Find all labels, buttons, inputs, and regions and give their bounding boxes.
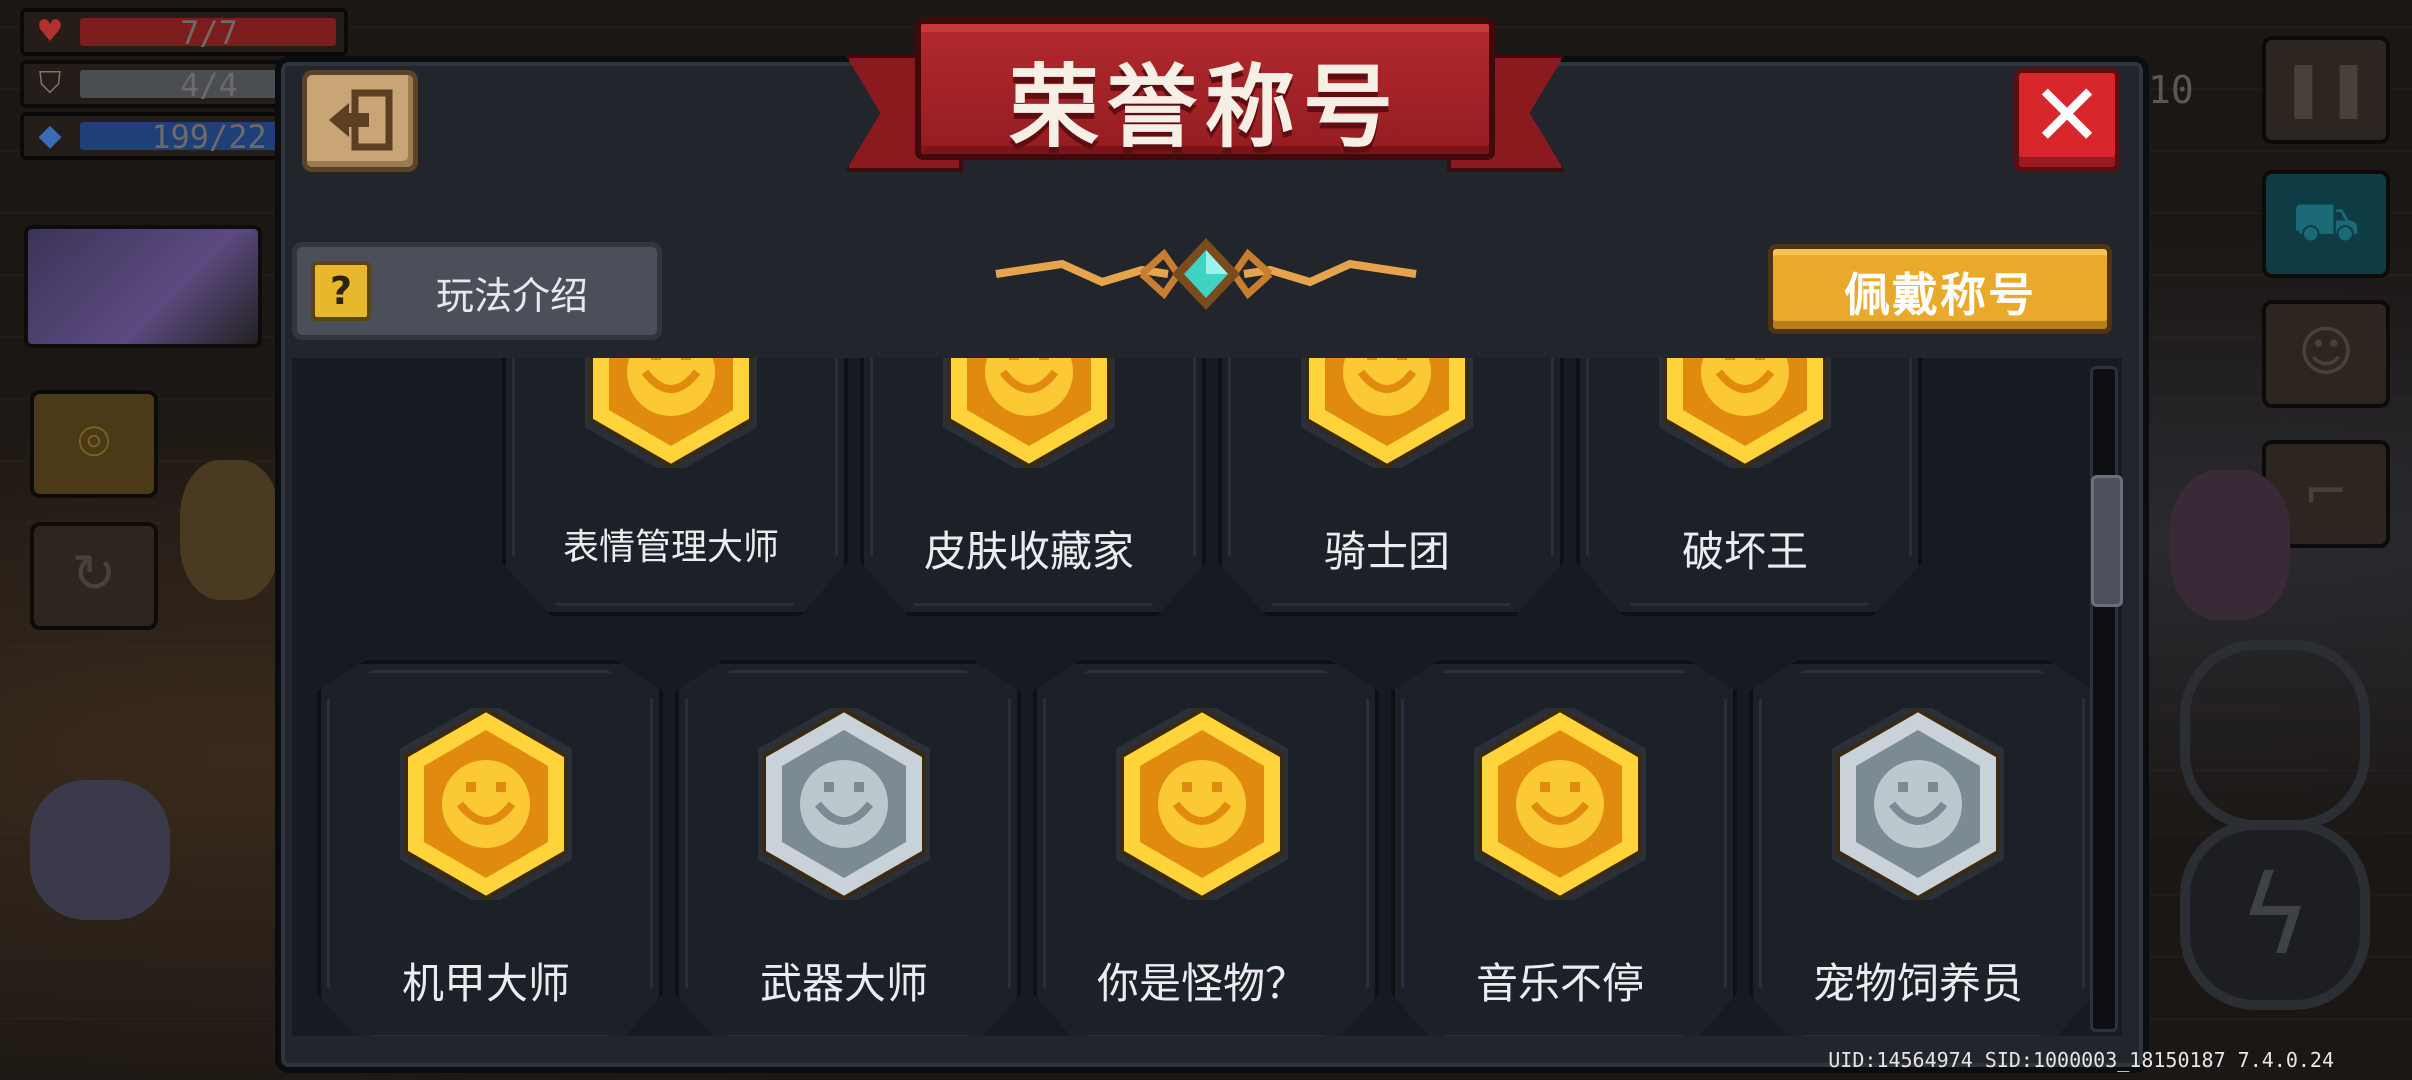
shield-icon: ⛉ [38,66,62,101]
location-pin-icon[interactable]: ⌾ [30,390,158,498]
wear-title-button[interactable]: 佩戴称号 [1768,244,2112,334]
energy-diamond-icon: ◆ [38,118,62,153]
title-medal [1295,358,1479,476]
scrollbar-thumb[interactable] [2091,475,2123,607]
music-sheet-icon [1468,700,1652,908]
mech-fist-icon [394,700,578,908]
npc-maid-character [180,460,280,600]
exit-arrow-icon [329,89,393,151]
title-name: 宠物饲养员 [1812,959,2023,1008]
npc-shopkeeper-character [2170,470,2290,620]
title-medal [1653,358,1837,476]
question-mark-icon: ? [311,261,371,321]
title-card[interactable]: 破坏王 [1576,358,1922,616]
title-ribbon: 荣誉称号 [845,18,1565,172]
shop-cart-icon[interactable]: ⛟ [2262,170,2390,278]
chick-icon [937,358,1121,476]
broken-crate-icon [1653,358,1837,476]
pet-cat-icon [1826,700,2010,908]
title-name: 皮肤收藏家 [923,527,1134,576]
close-button[interactable]: ✕ [2014,68,2120,172]
title-medal [1110,700,1294,908]
title-card[interactable]: 皮肤收藏家 [860,358,1206,616]
title-name: 机甲大师 [401,959,570,1008]
uid-version-text: UID:14564974 SID:1000003_18150187 7.4.0.… [1828,1048,2334,1072]
skill-lightning-icon[interactable]: ϟ [2180,820,2370,1010]
title-medal [1826,700,2010,908]
ribbon-banner: 荣誉称号 [915,18,1495,160]
close-icon: ✕ [2030,66,2104,166]
wear-title-label: 佩戴称号 [1844,268,2036,322]
list-scrollbar[interactable] [2090,366,2123,1032]
title-name: 骑士团 [1323,527,1450,576]
title-medal [752,700,936,908]
title-card[interactable]: 宠物饲养员 [1749,660,2095,1036]
npc-character [30,780,170,920]
title-card[interactable]: 音乐不停 [1391,660,1737,1036]
refresh-icon[interactable]: ↻ [30,522,158,630]
help-button[interactable]: ? 玩法介绍 [292,242,662,340]
heart-icon: ♥ [36,14,64,49]
title-name: 破坏王 [1681,527,1808,576]
swap-weapon-ring[interactable] [2180,640,2370,830]
title-card[interactable]: 武器大师 [675,660,1021,1036]
title-card[interactable]: 机甲大师 [317,660,663,1036]
character-banner [24,225,262,348]
title-medal [937,358,1121,476]
smile-face-icon [579,358,763,476]
profile-icon[interactable]: ☺ [2262,300,2390,408]
title-card[interactable]: 表情管理大师 [502,358,848,616]
title-name: 武器大师 [759,959,928,1008]
title-medal [579,358,763,476]
title-medal [394,700,578,908]
title-card[interactable]: 你是怪物？ [1033,660,1379,1036]
dialog-title: 荣誉称号 [1009,55,1401,160]
title-name: 表情管理大师 [562,527,779,568]
hp-value: 7/7 [180,14,238,52]
ornament-divider-icon [995,238,1417,310]
background-counter: 10 [2148,68,2194,112]
title-card[interactable]: 骑士团 [1218,358,1564,616]
title-list[interactable]: 表情管理大师 皮肤收藏家 骑士团 破坏王 机甲大师 武器大师 你是怪物？ 音乐不停 宠物饲养员 [292,358,2122,1036]
back-button[interactable] [302,70,418,172]
hammer-icon [752,700,936,908]
title-medal [1468,700,1652,908]
monster-icon [1110,700,1294,908]
pause-icon[interactable]: ❚❚ [2262,36,2390,144]
help-label: 玩法介绍 [435,274,588,318]
title-name: 音乐不停 [1475,959,1644,1008]
hp-bar: ♥ 7/7 [20,8,348,56]
knight-helmet-icon [1295,358,1479,476]
title-name: 你是怪物？ [1096,959,1307,1008]
